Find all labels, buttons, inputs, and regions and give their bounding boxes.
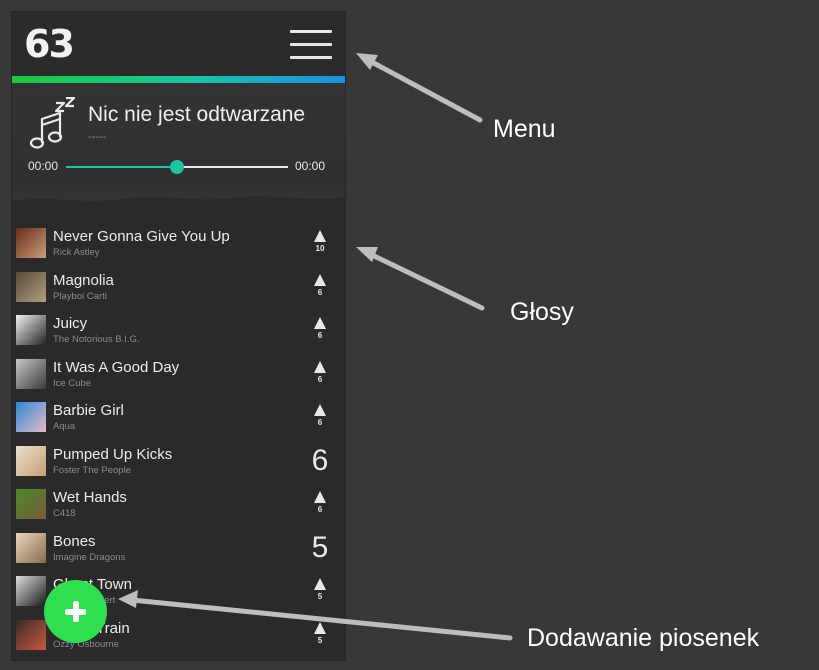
menu-button[interactable]: [288, 28, 334, 62]
song-title: Barbie Girl: [53, 402, 124, 419]
album-art: [16, 532, 46, 563]
vote-control[interactable]: 5: [308, 530, 332, 564]
album-art: [16, 619, 46, 650]
phone-app-frame: 63 Nic nie jest odtwarzane ----- 00:00 0…: [12, 12, 345, 660]
vote-control[interactable]: 6: [308, 488, 332, 520]
progress-knob[interactable]: [170, 160, 184, 174]
sleeping-music-note-icon: [29, 97, 76, 149]
vote-control[interactable]: 6: [308, 271, 332, 303]
song-artist: C418: [53, 508, 76, 519]
song-title: Wet Hands: [53, 489, 127, 506]
upvote-arrow-icon[interactable]: [314, 273, 326, 286]
vote-count: 6: [317, 331, 323, 340]
album-art: [16, 315, 46, 345]
add-song-button[interactable]: [44, 580, 107, 643]
vote-count: 5: [317, 635, 323, 645]
song-title: Pumped Up Kicks: [53, 445, 173, 463]
upvote-arrow-icon[interactable]: [314, 317, 326, 329]
upvote-arrow-icon[interactable]: [314, 360, 326, 373]
song-title: It Was A Good Day: [53, 358, 180, 376]
progress-slider[interactable]: [66, 160, 288, 174]
album-art: [16, 402, 46, 432]
upvote-arrow-icon[interactable]: [314, 578, 326, 590]
song-row[interactable]: Never Gonna Give You Up Rick Astley 10: [12, 222, 345, 266]
menu-arrow-line: [365, 57, 483, 123]
now-playing-title: Nic nie jest odtwarzane: [88, 103, 306, 126]
progress-fill: [66, 166, 177, 168]
song-row[interactable]: It Was A Good Day Ice Cube 6: [12, 353, 345, 397]
album-art: [16, 445, 46, 476]
annotation-add-songs: Dodawanie piosenek: [527, 624, 760, 652]
song-artist: Foster The People: [53, 464, 131, 476]
time-current: 00:00: [28, 159, 59, 173]
vote-control[interactable]: 6: [308, 314, 332, 346]
now-playing-artist: -----: [88, 131, 107, 143]
vote-control[interactable]: 5: [308, 575, 332, 607]
song-row[interactable]: Bones Imagine Dragons 5: [12, 527, 345, 571]
song-row[interactable]: Juicy The Notorious B.I.G. 6: [12, 309, 345, 353]
votes-arrow-head: [356, 247, 378, 262]
song-artist: Rick Astley: [53, 247, 100, 258]
vote-control[interactable]: 6: [308, 358, 332, 390]
annotation-menu: Menu: [493, 115, 556, 143]
upvote-arrow-icon[interactable]: [314, 230, 326, 242]
song-artist: Imagine Dragons: [53, 551, 126, 563]
album-art: [16, 576, 46, 606]
time-total: 00:00: [295, 159, 326, 173]
song-title: Juicy: [53, 315, 88, 332]
song-artist: Ice Cube: [53, 377, 92, 389]
album-art: [16, 358, 46, 389]
accent-gradient-bar: [12, 76, 345, 83]
vote-count: 6: [317, 418, 323, 427]
vote-count: 6: [311, 443, 329, 477]
song-title: Magnolia: [53, 271, 114, 289]
song-row[interactable]: Barbie Girl Aqua 6: [12, 396, 345, 440]
top-bar: 63: [12, 12, 345, 76]
vote-count: 6: [317, 374, 323, 384]
vote-control[interactable]: 6: [308, 443, 332, 477]
album-art: [16, 489, 46, 519]
vote-control[interactable]: 6: [308, 401, 332, 433]
menu-arrow-head: [356, 53, 378, 70]
vote-control[interactable]: 5: [308, 619, 332, 651]
vote-count: 6: [317, 287, 323, 297]
upvote-arrow-icon[interactable]: [314, 404, 326, 416]
song-title: Bones: [53, 532, 96, 550]
album-art: [16, 228, 46, 258]
vote-count: 5: [311, 530, 329, 564]
song-artist: Aqua: [53, 421, 76, 432]
vote-control[interactable]: 10: [308, 227, 332, 259]
album-art: [16, 271, 46, 302]
app-logo: 63: [24, 22, 75, 66]
song-artist: Playboi Carti: [53, 290, 107, 302]
upvote-arrow-icon[interactable]: [314, 491, 326, 503]
song-row[interactable]: Magnolia Playboi Carti 6: [12, 266, 345, 310]
song-row[interactable]: Pumped Up Kicks Foster The People 6: [12, 440, 345, 484]
vote-count: 6: [317, 505, 323, 514]
vote-count: 10: [315, 244, 325, 253]
vote-count: 5: [317, 592, 323, 601]
song-title: Never Gonna Give You Up: [53, 228, 230, 245]
votes-arrow-line: [365, 250, 485, 311]
panel-wave-edge: [12, 191, 345, 221]
upvote-arrow-icon[interactable]: [314, 621, 326, 634]
song-artist: The Notorious B.I.G.: [53, 334, 140, 345]
now-playing-panel: Nic nie jest odtwarzane ----- 00:00 00:0…: [12, 83, 345, 221]
annotation-votes: Głosy: [510, 298, 574, 326]
song-row[interactable]: Wet Hands C418 6: [12, 483, 345, 527]
